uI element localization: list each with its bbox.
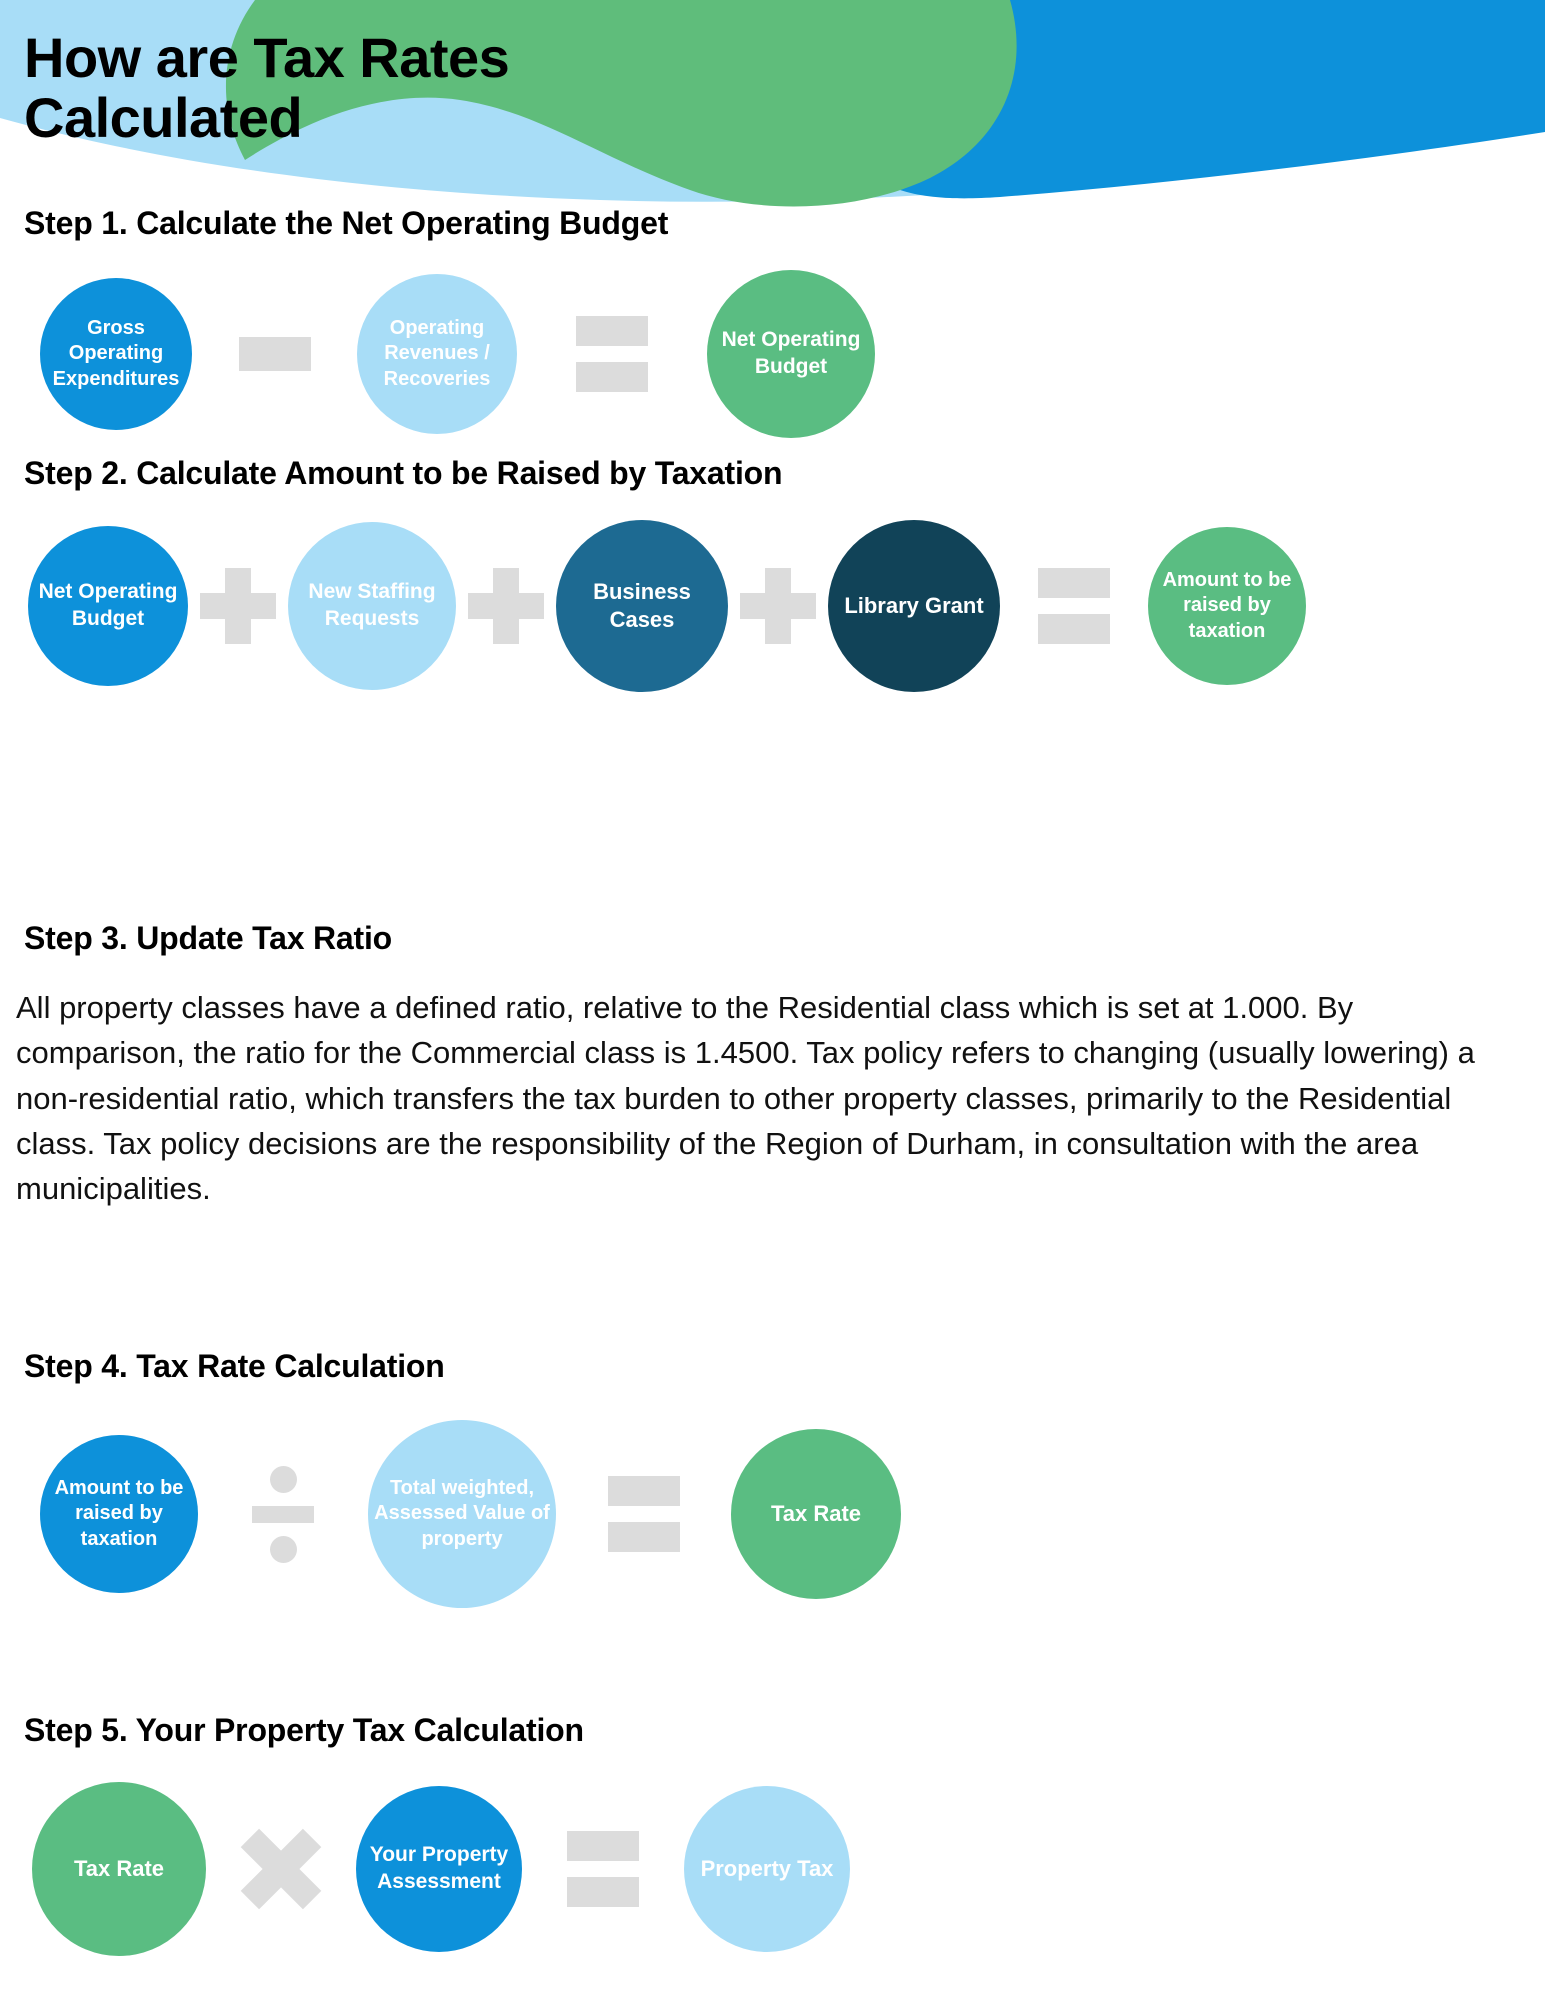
step-3-paragraph: All property classes have a defined rati… — [16, 990, 1475, 1206]
node-net-operating-budget[interactable]: Net Operating Budget — [707, 270, 875, 438]
node-label: Your Property Assessment — [369, 1843, 509, 1893]
node-label: Property Tax — [700, 1855, 834, 1881]
node-label: New Staffing Requests — [308, 580, 436, 630]
operator-equals-icon — [1000, 568, 1148, 644]
node-label: Amount to be raised by taxation — [54, 1476, 184, 1550]
operator-plus-icon — [468, 568, 544, 644]
step-1-flow: Gross Operating Expenditures Operating R… — [40, 270, 875, 438]
node-label: Total weighted, Assessed Value of proper… — [374, 1476, 550, 1550]
node-label: Gross Operating Expenditures — [52, 316, 180, 390]
operator-equals-icon — [556, 1476, 731, 1552]
step-2-flow: Net Operating Budget New Staffing Reques… — [28, 520, 1306, 692]
node-label: Tax Rate — [770, 1500, 862, 1526]
operator-multiply-icon — [240, 1828, 322, 1910]
node-label: Library Grant — [844, 592, 984, 618]
node-amount-to-be-raised-by-taxation[interactable]: Amount to be raised by taxation — [1148, 527, 1306, 685]
node-label: Business Cases — [593, 578, 691, 632]
node-label: Amount to be raised by taxation — [1162, 568, 1292, 642]
step-5-flow: Tax Rate Your Property Assessment Proper… — [32, 1782, 850, 1956]
node-label: Net Operating Budget — [38, 580, 178, 630]
step-1-heading: Step 1. Calculate the Net Operating Budg… — [24, 205, 669, 241]
node-business-cases[interactable]: Business Cases — [556, 520, 728, 692]
operator-divide-icon — [252, 1465, 314, 1563]
node-tax-rate[interactable]: Tax Rate — [32, 1782, 206, 1956]
node-label: Net Operating Budget — [721, 328, 861, 378]
operator-plus-icon — [200, 568, 276, 644]
step-2-heading: Step 2. Calculate Amount to be Raised by… — [24, 455, 783, 491]
operator-minus-icon — [192, 337, 357, 371]
operator-equals-icon — [517, 316, 707, 392]
node-net-operating-budget[interactable]: Net Operating Budget — [28, 526, 188, 686]
node-gross-operating-expenditures[interactable]: Gross Operating Expenditures — [40, 278, 192, 430]
node-new-staffing-requests[interactable]: New Staffing Requests — [288, 522, 456, 690]
node-operating-revenues-recoveries[interactable]: Operating Revenues / Recoveries — [357, 274, 517, 434]
step-5-heading: Step 5. Your Property Tax Calculation — [24, 1712, 584, 1748]
node-your-property-assessment[interactable]: Your Property Assessment — [356, 1786, 522, 1952]
operator-plus-icon — [740, 568, 816, 644]
node-label: Tax Rate — [73, 1855, 165, 1881]
step-4-flow: Amount to be raised by taxation Total we… — [40, 1420, 901, 1608]
node-property-tax[interactable]: Property Tax — [684, 1786, 850, 1952]
operator-equals-icon — [522, 1831, 684, 1907]
node-amount-to-be-raised-by-taxation[interactable]: Amount to be raised by taxation — [40, 1435, 198, 1593]
node-total-weighted-assessed-value-of-property[interactable]: Total weighted, Assessed Value of proper… — [368, 1420, 556, 1608]
node-tax-rate[interactable]: Tax Rate — [731, 1429, 901, 1599]
node-label: Operating Revenues / Recoveries — [383, 316, 491, 390]
step-3-heading: Step 3. Update Tax Ratio — [24, 920, 393, 956]
node-library-grant[interactable]: Library Grant — [828, 520, 1000, 692]
page-title: How are Tax Rates Calculated — [24, 26, 510, 150]
step-4-heading: Step 4. Tax Rate Calculation — [24, 1348, 445, 1384]
